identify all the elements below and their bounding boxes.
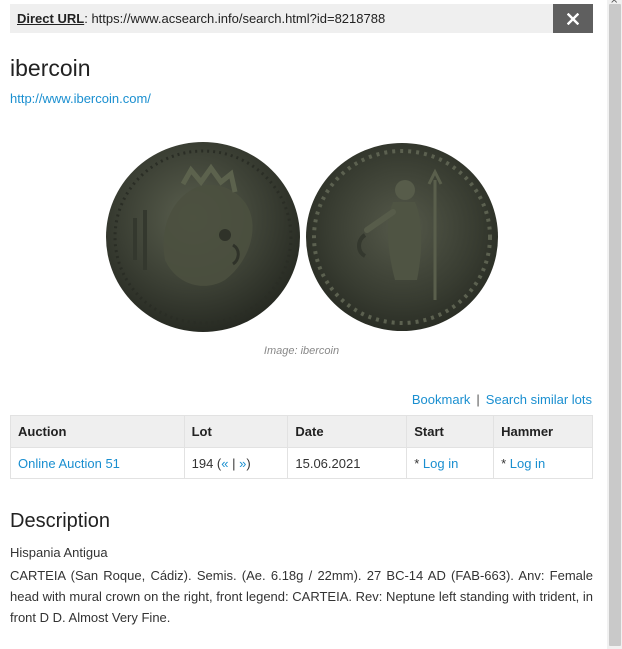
cell-date: 15.06.2021 <box>287 447 408 479</box>
lot-nav-separator: | <box>228 455 240 471</box>
auction-house-title: ibercoin <box>10 55 91 81</box>
cell-auction: Online Auction 51 <box>10 447 185 479</box>
coin-obverse <box>106 142 300 332</box>
coin-image[interactable] <box>105 140 500 335</box>
cell-lot: 194 (« | ») <box>183 447 289 479</box>
description-title: Description <box>10 510 111 532</box>
bookmark-link[interactable]: Bookmark <box>412 392 471 407</box>
actions-separator: | <box>476 392 480 407</box>
table-row: Online Auction 51 194 (« | ») 15.06.2021… <box>10 447 593 479</box>
direct-url-label: Direct URL <box>17 11 85 26</box>
scrollbar-thumb[interactable] <box>609 4 621 646</box>
start-prefix: * <box>414 455 423 471</box>
col-header-date: Date <box>287 415 408 448</box>
table-header-row: Auction Lot Date Start Hammer <box>10 415 593 448</box>
hammer-prefix: * <box>501 455 510 471</box>
description-text: CARTEIA (San Roque, Cádiz). Semis. (Ae. … <box>10 568 593 625</box>
lots-table: Auction Lot Date Start Hammer Online Auc… <box>10 415 593 479</box>
lot-actions: Bookmark | Search similar lots <box>412 392 592 407</box>
direct-url-value[interactable]: https://www.acsearch.info/search.html?id… <box>91 11 385 26</box>
col-header-hammer: Hammer <box>493 415 593 448</box>
col-header-start: Start <box>406 415 495 448</box>
col-header-lot: Lot <box>183 415 289 448</box>
lot-number: 194 ( <box>191 455 222 471</box>
close-button[interactable] <box>553 4 593 33</box>
col-header-auction: Auction <box>10 415 185 448</box>
lot-close-paren: ) <box>246 455 251 471</box>
window-close-icon[interactable]: × <box>610 0 618 6</box>
direct-url-separator: : <box>84 11 88 26</box>
close-icon <box>567 12 579 25</box>
cell-hammer: * Log in <box>493 447 593 479</box>
auction-link[interactable]: Online Auction 51 <box>18 456 120 471</box>
direct-url-text: Direct URL: https://www.acsearch.info/se… <box>17 11 385 26</box>
description-heading: Hispania Antigua <box>10 545 108 560</box>
hammer-login-link[interactable]: Log in <box>510 456 545 471</box>
auction-house-website-link[interactable]: http://www.ibercoin.com/ <box>10 91 151 106</box>
search-similar-lots-link[interactable]: Search similar lots <box>486 392 592 407</box>
start-login-link[interactable]: Log in <box>423 456 458 471</box>
direct-url-bar: Direct URL: https://www.acsearch.info/se… <box>10 4 593 33</box>
coin-reverse <box>306 143 498 331</box>
image-caption: Image: ibercoin <box>263 345 340 357</box>
cell-start: * Log in <box>406 447 495 479</box>
